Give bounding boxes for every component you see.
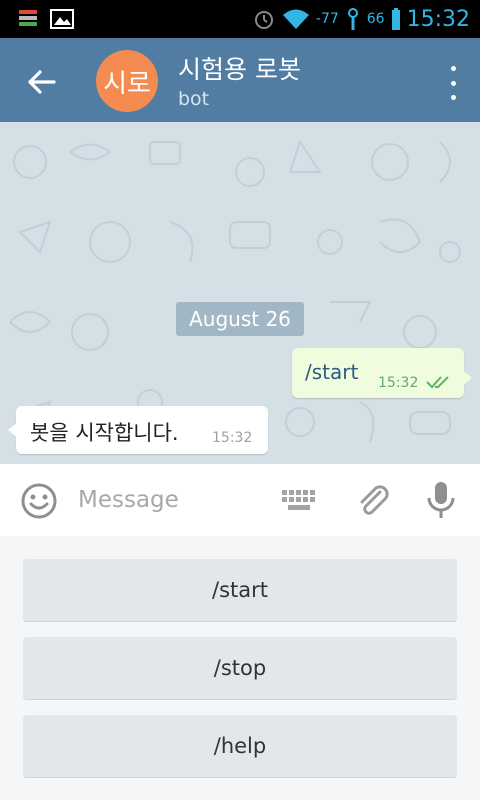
- message-input-bar: [0, 464, 480, 536]
- alarm-icon: [254, 11, 273, 29]
- signal-icon: [347, 8, 358, 30]
- more-options-icon[interactable]: [448, 66, 458, 100]
- bot-command-help-button[interactable]: /help: [23, 715, 457, 777]
- back-arrow-icon[interactable]: [22, 62, 62, 102]
- avatar[interactable]: 시로: [96, 50, 158, 112]
- battery-icon: [391, 8, 400, 30]
- status-bar: -77 66 15:32: [0, 0, 480, 38]
- attach-icon[interactable]: [354, 482, 392, 520]
- clock: 15:32: [406, 6, 470, 32]
- message-text: 봇을 시작합니다.: [30, 421, 179, 445]
- gallery-notification-icon: [50, 9, 74, 29]
- signal-strength: -77: [315, 11, 339, 27]
- outgoing-message[interactable]: /start 15:32: [292, 348, 472, 398]
- wifi-icon: [282, 9, 309, 29]
- battery-level: 66: [366, 11, 385, 27]
- chat-area[interactable]: August 26 /start 15:32 봇을 시작합니다. 15:32: [0, 122, 480, 464]
- microphone-icon[interactable]: [424, 480, 458, 520]
- bot-keyboard: /start /stop /help: [0, 536, 480, 800]
- emoji-icon[interactable]: [20, 482, 58, 520]
- message-input[interactable]: [78, 482, 268, 518]
- keyboard-icon[interactable]: [280, 486, 320, 516]
- message-time: 15:32: [212, 430, 253, 446]
- date-separator: August 26: [176, 302, 304, 336]
- bot-command-start-button[interactable]: /start: [23, 559, 457, 621]
- message-time: 15:32: [378, 375, 419, 391]
- chat-subtitle: bot: [178, 88, 210, 110]
- read-checkmarks-icon: [426, 376, 449, 389]
- app-notification-icon: [19, 10, 37, 26]
- message-text: /start: [305, 360, 359, 384]
- chat-header: 시로 시험용 로봇 bot: [0, 38, 480, 122]
- incoming-message[interactable]: 봇을 시작합니다. 15:32: [8, 406, 268, 454]
- bot-command-stop-button[interactable]: /stop: [23, 637, 457, 699]
- chat-title[interactable]: 시험용 로봇: [178, 50, 301, 86]
